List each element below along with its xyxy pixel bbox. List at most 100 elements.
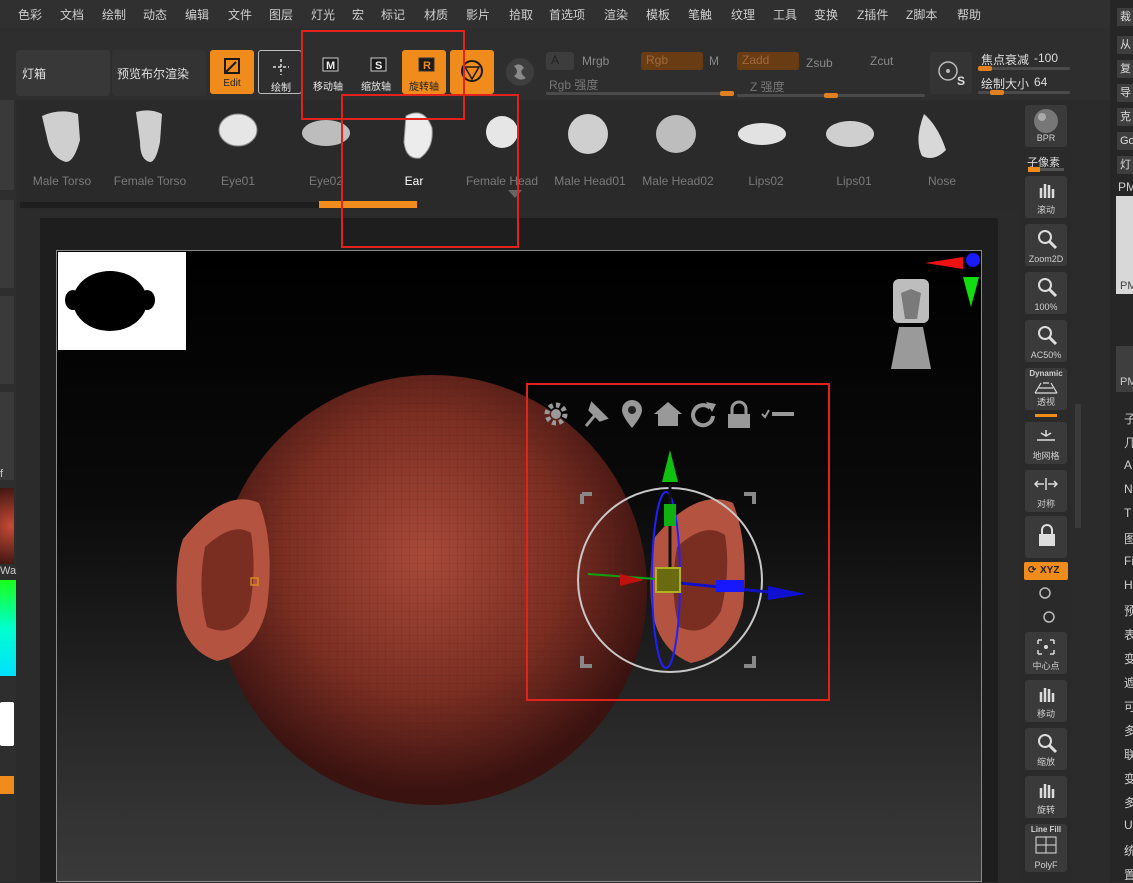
far-right-item[interactable]: U [1124,818,1133,832]
far-right-button[interactable]: 从 [1117,36,1133,54]
far-right-item[interactable]: 置 [1124,866,1133,883]
far-right-button[interactable]: 复 [1117,60,1133,78]
far-right-item[interactable]: 预 [1124,602,1133,619]
far-right-item[interactable]: N [1124,482,1133,496]
color-picker[interactable] [0,580,16,676]
far-right-button[interactable]: 克 [1117,108,1133,126]
menu-item[interactable]: 纹理 [731,6,755,23]
far-right-item[interactable]: A [1124,458,1132,472]
scroll-button[interactable]: 滚动 [1025,176,1067,218]
far-right-item[interactable]: 联 [1124,746,1133,763]
focal-shift-value[interactable]: -100 [1034,51,1058,65]
menu-item[interactable]: 标记 [381,6,405,23]
center-point-button[interactable]: 中心点 [1025,632,1067,674]
left-panel-slot[interactable] [0,100,14,190]
edit-button[interactable]: Edit [210,50,254,94]
subpixel-knob[interactable] [1028,167,1040,172]
far-right-item[interactable]: 变 [1124,650,1133,667]
far-right-button[interactable]: 裁 [1117,8,1133,26]
menu-item[interactable]: 工具 [773,6,797,23]
far-right-item[interactable]: 遮 [1124,674,1133,691]
xyz-button[interactable]: ⟳ XYZ [1024,562,1068,580]
floor-grid-button[interactable]: 地网格 [1025,422,1067,464]
perspective-button[interactable]: Dynamic 透视 [1025,368,1067,410]
material-swatch[interactable] [0,488,14,564]
a-channel-button[interactable]: A [546,52,574,70]
far-right-item[interactable]: 多 [1124,794,1133,811]
right-panel-scrollbar[interactable] [1075,404,1081,528]
rotate-z-icon[interactable] [1042,610,1056,624]
far-right-item[interactable]: 多 [1124,722,1133,739]
far-right-item[interactable]: 可 [1124,698,1133,715]
rgb-strength-knob[interactable] [720,91,734,96]
menu-item[interactable]: 渲染 [604,6,628,23]
menu-item[interactable]: 帮助 [957,6,981,23]
menu-item[interactable]: 首选项 [549,6,585,23]
menu-item[interactable]: 拾取 [509,6,533,23]
move-view-button[interactable]: 移动 [1025,680,1067,722]
draw-size-value[interactable]: 64 [1034,75,1047,89]
rgb-strength-slider[interactable] [546,92,734,95]
pm-thumbnail-2[interactable]: PM [1116,346,1133,392]
rgb-button[interactable]: Rgb [641,52,703,70]
left-panel-slot[interactable] [0,200,14,288]
menu-item[interactable]: Z脚本 [906,6,937,23]
draw-size-knob[interactable] [990,90,1004,95]
pm-thumbnail[interactable]: PM [1116,196,1133,294]
menu-item[interactable]: 材质 [424,6,448,23]
preview-boolean-button[interactable]: 预览布尔渲染 [112,50,206,96]
far-right-item[interactable]: 子 [1124,410,1133,427]
solo-icon[interactable] [504,56,536,88]
z-strength-knob[interactable] [824,93,838,98]
linefill-button[interactable]: Line Fill PolyF [1025,824,1067,872]
rotate-view-button[interactable]: 旋转 [1025,776,1067,818]
focal-shift-knob[interactable] [978,66,992,71]
menu-item[interactable]: Z插件 [857,6,888,23]
zoom100-button[interactable]: 100% [1025,272,1067,314]
menu-item[interactable]: 影片 [466,6,490,23]
left-panel-slot[interactable] [0,392,14,480]
menu-item[interactable]: 文件 [228,6,252,23]
menu-item[interactable]: 图层 [269,6,293,23]
stroke-s-button[interactable]: S [930,52,972,94]
lightbox-button[interactable]: 灯箱 [16,50,110,96]
far-right-item[interactable]: 统 [1124,842,1133,859]
far-right-button[interactable]: 灯 [1117,156,1133,174]
main-color-swatch[interactable] [0,702,14,746]
ac50-button[interactable]: AC50% [1025,320,1067,362]
zadd-button[interactable]: Zadd [737,52,799,70]
mrgb-button[interactable]: Mrgb [582,54,609,68]
menu-item[interactable]: 笔触 [688,6,712,23]
menu-item[interactable]: 变换 [814,6,838,23]
far-right-button[interactable]: 导 [1117,84,1133,102]
menu-item[interactable]: 绘制 [102,6,126,23]
far-right-item[interactable]: 图 [1124,530,1133,547]
menu-item[interactable]: 编辑 [185,6,209,23]
menu-item[interactable]: 模板 [646,6,670,23]
far-right-item[interactable]: T [1124,506,1131,520]
left-panel-slot[interactable] [0,296,14,384]
left-orange-button[interactable] [0,776,14,794]
far-right-item[interactable]: H [1124,578,1133,592]
far-right-item[interactable]: Fi [1124,554,1133,568]
local-lock-button[interactable] [1025,516,1067,558]
zoom2d-button[interactable]: Zoom2D [1025,224,1067,266]
document-viewport[interactable] [56,250,982,882]
far-right-item[interactable]: 几 [1124,434,1133,451]
zsub-button[interactable]: Zsub [806,56,833,70]
far-right-button[interactable]: Go [1117,132,1133,150]
far-right-item[interactable]: 变 [1124,770,1133,787]
draw-button[interactable]: 绘制 [258,50,302,94]
zcut-button[interactable]: Zcut [870,54,893,68]
rotate-y-icon[interactable] [1038,586,1052,600]
m-button[interactable]: M [709,54,719,68]
bpr-button[interactable]: BPR [1025,105,1067,147]
menu-item[interactable]: 灯光 [311,6,335,23]
far-right-item[interactable]: 表 [1124,626,1133,643]
symmetry-button[interactable]: 对称 [1025,470,1067,512]
scale-view-button[interactable]: 缩放 [1025,728,1067,770]
menu-item[interactable]: 色彩 [18,6,42,23]
menu-item[interactable]: 文档 [60,6,84,23]
menu-item[interactable]: 宏 [352,6,364,23]
menu-item[interactable]: 动态 [143,6,167,23]
